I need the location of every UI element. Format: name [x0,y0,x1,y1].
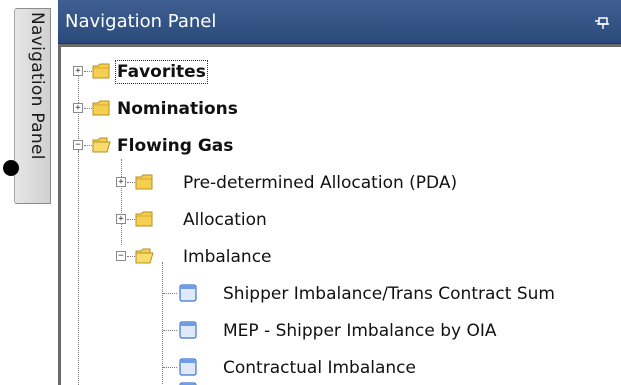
expand-allocation-toggle[interactable]: + [116,214,126,224]
tree-node-favorites[interactable]: Favorites [115,60,208,84]
dock-tab-label: Navigation Panel [27,12,47,160]
panel-title: Navigation Panel [65,11,217,32]
folder-icon [135,174,153,190]
tree-item-mep-shipper-imbalance[interactable]: MEP - Shipper Imbalance by OIA [223,321,497,341]
tree-node-flowing-gas[interactable]: Flowing Gas [117,136,233,156]
tree-node-allocation[interactable]: Allocation [183,210,267,230]
tree-connector [163,367,177,368]
collapse-imbalance-toggle[interactable]: − [116,251,126,261]
cursor-indicator [3,160,19,176]
tree-connector [121,159,122,245]
navigation-tree: + Favorites + Nominations − Flowing Gas … [61,47,621,385]
report-icon [179,284,197,302]
report-icon [179,358,197,376]
panel-body: + Favorites + Nominations − Flowing Gas … [58,44,621,385]
panel-header: Navigation Panel [58,0,621,44]
tree-item-contractual-imbalance[interactable]: Contractual Imbalance [223,358,416,378]
tree-connector [78,151,79,385]
folder-open-icon [92,137,111,153]
tree-item-shipper-imbalance[interactable]: Shipper Imbalance/Trans Contract Sum [223,284,555,304]
screenshot-canvas: Navigation Panel Navigation Panel + Favo… [0,0,621,385]
navigation-panel: Navigation Panel + Favorites + Nominatio… [58,0,621,385]
expand-favorites-toggle[interactable]: + [73,66,83,76]
report-icon [179,382,197,385]
dock-strip: Navigation Panel [0,0,58,385]
expand-pda-toggle[interactable]: + [116,177,126,187]
tree-node-pda[interactable]: Pre-determined Allocation (PDA) [183,173,457,193]
report-icon [179,321,197,339]
tree-node-imbalance[interactable]: Imbalance [183,247,272,267]
folder-icon [135,211,153,227]
tree-connector [163,293,177,294]
expand-nominations-toggle[interactable]: + [73,103,83,113]
tree-node-nominations[interactable]: Nominations [117,99,238,119]
folder-icon [92,100,110,116]
pin-icon[interactable] [593,13,611,31]
folder-open-icon [135,248,154,264]
collapse-flowing-gas-toggle[interactable]: − [73,140,83,150]
tree-connector [163,330,177,331]
folder-icon [92,63,110,79]
